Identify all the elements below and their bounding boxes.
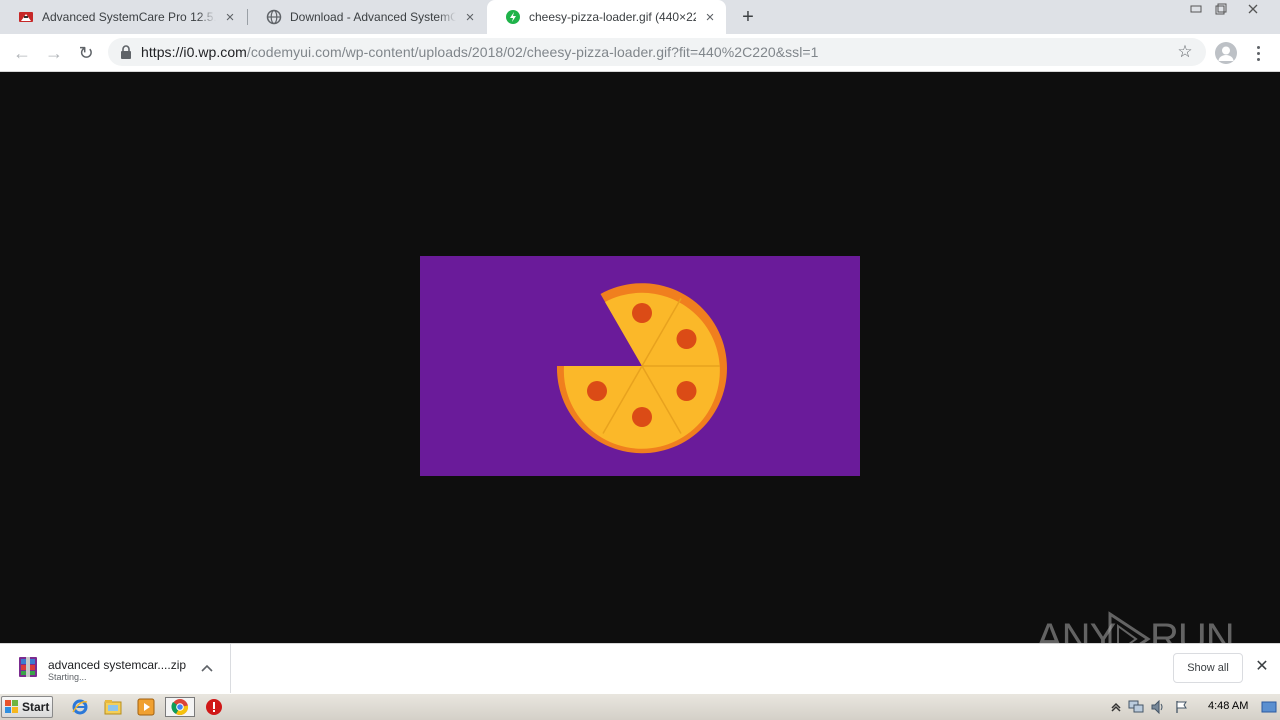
forward-arrow-icon: →: [45, 42, 63, 63]
tab-close-icon[interactable]: ×: [462, 9, 478, 26]
download-shelf: advanced systemcar....zip Starting... Sh…: [0, 643, 1280, 693]
download-file-name: advanced systemcar....zip: [48, 658, 187, 672]
menu-button[interactable]: [1250, 42, 1266, 64]
close-icon: [1248, 4, 1258, 14]
tab-close-icon[interactable]: ×: [702, 9, 718, 26]
windows-logo-icon: [5, 700, 18, 713]
green-bolt-icon: [505, 9, 521, 25]
download-options-button[interactable]: [198, 659, 216, 677]
media-player-icon: [137, 698, 155, 716]
back-button[interactable]: ←: [10, 41, 34, 65]
taskbar-stop[interactable]: [203, 697, 225, 717]
system-tray: 4:48 AM: [1104, 696, 1280, 718]
taskbar-explorer[interactable]: [102, 697, 124, 717]
tab-advanced-systemcare-pro[interactable]: Advanced SystemCare Pro 12.5.0.3 ×: [0, 0, 246, 34]
iobit-icon: [18, 9, 34, 25]
bookmark-star-icon[interactable]: ☆: [1176, 43, 1194, 61]
action-center-flag-icon[interactable]: [1174, 699, 1190, 715]
forward-button[interactable]: →: [42, 41, 66, 65]
start-label: Start: [22, 700, 50, 714]
network-icon[interactable]: [1128, 699, 1144, 715]
show-all-button[interactable]: Show all: [1173, 653, 1243, 683]
tab-download-advanced-systemcare[interactable]: Download - Advanced SystemCare P ×: [248, 0, 486, 34]
tab-cheesy-pizza-loader[interactable]: cheesy-pizza-loader.gif (440×220) ×: [487, 0, 726, 34]
url-text: https://i0.wp.com/codemyui.com/wp-conten…: [141, 44, 818, 60]
start-button[interactable]: Start: [1, 696, 53, 718]
tab-strip: Advanced SystemCare Pro 12.5.0.3 × Downl…: [0, 0, 1280, 34]
new-tab-button[interactable]: +: [737, 6, 759, 28]
ie-icon: [72, 699, 88, 715]
tab-title: Download - Advanced SystemCare P: [290, 10, 456, 24]
minimize-icon: [1190, 5, 1202, 13]
tab-close-icon[interactable]: ×: [222, 9, 238, 26]
stop-icon: [206, 699, 222, 715]
clock: 4:48 AM: [1208, 700, 1249, 712]
chrome-icon: [171, 699, 189, 715]
minimize-button[interactable]: [1183, 0, 1209, 18]
explorer-icon: [104, 700, 122, 715]
winrar-archive-icon: [19, 657, 37, 677]
pizza-icon: [556, 283, 727, 454]
pizza-loader-image: [420, 256, 860, 476]
page-viewport: [0, 72, 1280, 643]
lock-icon: [121, 45, 131, 59]
browser-toolbar: ← → ↻ https://i0.wp.com/codemyui.com/wp-…: [0, 34, 1280, 72]
download-item[interactable]: advanced systemcar....zip Starting...: [0, 644, 231, 693]
url-host: https://i0.wp.com: [141, 44, 247, 60]
volume-icon[interactable]: [1150, 699, 1166, 715]
restore-icon: [1215, 3, 1227, 15]
close-window-button[interactable]: [1240, 0, 1266, 18]
taskbar-ie[interactable]: [69, 697, 91, 717]
reload-icon: ↻: [78, 42, 94, 63]
globe-icon: [266, 9, 282, 25]
address-bar[interactable]: https://i0.wp.com/codemyui.com/wp-conten…: [108, 38, 1206, 66]
windows-taskbar: Start 4:48 AM: [0, 693, 1280, 720]
profile-avatar[interactable]: [1215, 42, 1237, 64]
taskbar-media-player[interactable]: [135, 697, 157, 717]
download-status: Starting...: [48, 672, 87, 682]
chevron-up-icon: [1111, 702, 1121, 712]
tab-title: Advanced SystemCare Pro 12.5.0.3: [42, 10, 216, 24]
close-shelf-icon[interactable]: ✕: [1253, 658, 1271, 676]
show-hidden-icons[interactable]: [1108, 699, 1124, 715]
chevron-up-icon: [201, 664, 213, 672]
restore-button[interactable]: [1208, 0, 1234, 18]
show-desktop-icon[interactable]: [1260, 699, 1278, 715]
reload-button[interactable]: ↻: [74, 41, 98, 65]
taskbar-chrome[interactable]: [165, 697, 195, 717]
url-path: /codemyui.com/wp-content/uploads/2018/02…: [246, 44, 819, 60]
back-arrow-icon: ←: [13, 42, 31, 63]
tab-title: cheesy-pizza-loader.gif (440×220): [529, 10, 696, 24]
person-icon: [1218, 46, 1234, 61]
